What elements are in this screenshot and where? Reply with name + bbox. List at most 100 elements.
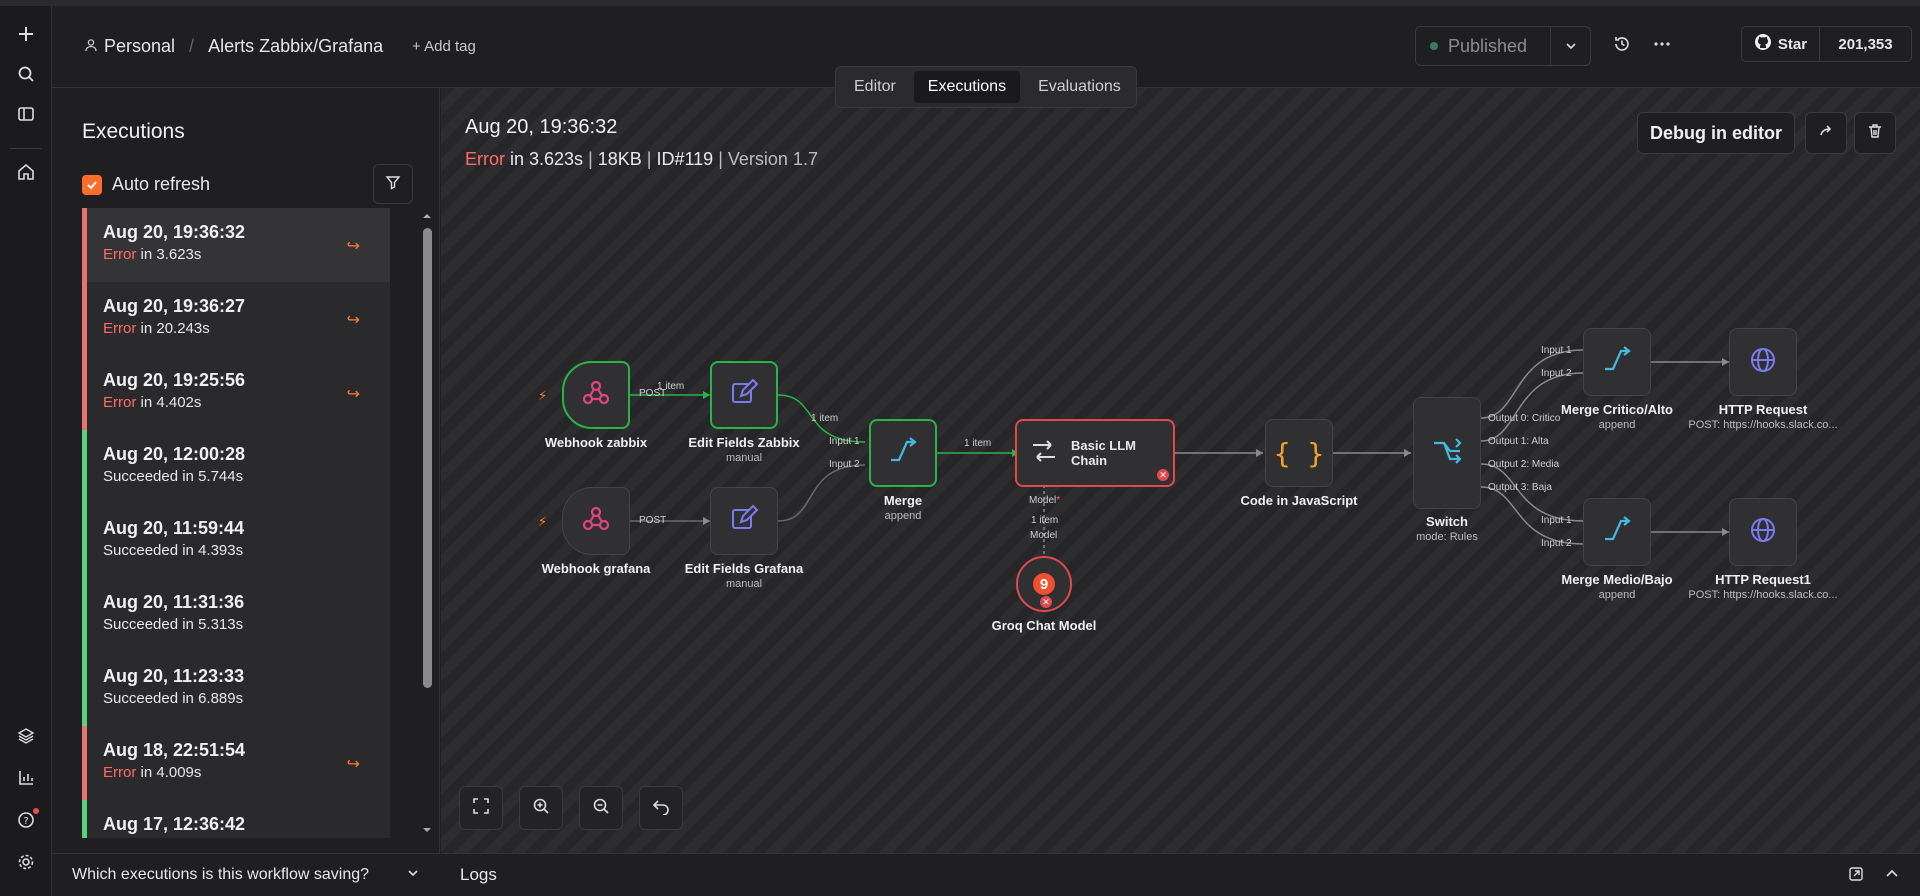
- settings-icon[interactable]: [12, 848, 40, 876]
- retry-icon[interactable]: ↪: [347, 310, 360, 330]
- zoom-in-button[interactable]: [519, 786, 563, 830]
- project-link[interactable]: Personal: [104, 36, 175, 57]
- pop-out-icon[interactable]: [1848, 866, 1864, 887]
- node-label: Switch: [1426, 514, 1468, 529]
- status-error: Error: [103, 320, 137, 337]
- undo-icon: [652, 797, 670, 820]
- reset-zoom-button[interactable]: [639, 786, 683, 830]
- node-edit-fields-grafana[interactable]: [710, 487, 778, 555]
- app-root: ? Personal / Alerts Zabbix/Grafana + Add…: [0, 0, 1920, 896]
- scrollbar-thumb[interactable]: [423, 228, 432, 688]
- retry-icon[interactable]: ↪: [347, 384, 360, 404]
- chain-icon: [1029, 436, 1059, 471]
- publish-status-label: Published: [1448, 35, 1528, 56]
- node-webhook-zabbix[interactable]: [562, 361, 630, 429]
- node-merge-critico-alto[interactable]: [1583, 328, 1651, 396]
- plus-icon[interactable]: [12, 20, 40, 48]
- node-edit-fields-zabbix[interactable]: [710, 361, 778, 429]
- insights-icon[interactable]: [12, 764, 40, 792]
- retry-icon[interactable]: ↪: [347, 754, 360, 774]
- node-merge[interactable]: [869, 419, 937, 487]
- add-tag-button[interactable]: + Add tag: [412, 38, 476, 55]
- github-icon: [1754, 33, 1772, 55]
- execution-item[interactable]: Aug 20, 19:36:27 Error in 20.243s ↪: [82, 282, 390, 356]
- sidebar-toggle-icon[interactable]: [12, 100, 40, 128]
- node-code-javascript[interactable]: { }: [1265, 419, 1333, 487]
- node-http-request[interactable]: [1729, 328, 1797, 396]
- auto-refresh-label: Auto refresh: [112, 174, 211, 194]
- node-merge-medio-bajo[interactable]: [1583, 498, 1651, 566]
- edge-label: 1 item: [657, 381, 685, 392]
- more-options-icon[interactable]: [1652, 34, 1672, 59]
- list-scrollbar[interactable]: [420, 208, 434, 838]
- node-basic-llm-chain[interactable]: Basic LLM Chain ✕: [1015, 419, 1175, 487]
- rail-divider: [10, 148, 42, 149]
- retry-icon[interactable]: ↪: [347, 236, 360, 256]
- merge-icon: [1602, 345, 1632, 380]
- globe-icon: [1748, 515, 1778, 550]
- switch-icon: [1431, 435, 1463, 472]
- scroll-down-icon[interactable]: [420, 826, 434, 836]
- auto-refresh-checkbox[interactable]: [82, 174, 102, 195]
- execution-item[interactable]: Aug 20, 19:25:56 Error in 4.402s ↪: [82, 356, 390, 430]
- zoom-out-button[interactable]: [579, 786, 623, 830]
- auto-refresh-toggle[interactable]: Auto refresh: [82, 174, 210, 195]
- fit-view-button[interactable]: [459, 786, 503, 830]
- published-button[interactable]: Published: [1416, 27, 1550, 65]
- execution-status: Succeeded in 4.393s: [103, 542, 244, 559]
- connections-layer: [630, 349, 1729, 556]
- history-icon[interactable]: [1612, 34, 1632, 59]
- node-label: Code in JavaScript: [1240, 493, 1358, 508]
- execution-item[interactable]: Aug 18, 22:51:54 Error in 4.009s ↪: [82, 726, 390, 800]
- groq-icon: 9: [1033, 573, 1055, 595]
- executions-list: Aug 20, 19:36:32 Error in 3.623s ↪ Aug 2…: [82, 208, 390, 838]
- saving-settings-toggle[interactable]: Which executions is this workflow saving…: [52, 853, 440, 896]
- edge-label: 1 item: [1031, 515, 1059, 526]
- node-webhook-grafana[interactable]: [562, 487, 630, 555]
- execution-item[interactable]: Aug 20, 11:31:36 Succeeded in 5.313s: [82, 578, 390, 652]
- node-label: Webhook grafana: [541, 561, 651, 576]
- chevron-down-icon[interactable]: [1550, 27, 1590, 65]
- help-icon[interactable]: ?: [12, 806, 40, 834]
- logs-title: Logs: [460, 865, 497, 884]
- node-label: HTTP Request: [1718, 402, 1808, 417]
- workflow-name[interactable]: Alerts Zabbix/Grafana: [208, 36, 383, 57]
- tab-evaluations[interactable]: Evaluations: [1024, 71, 1135, 103]
- node-subtitle: mode: Rules: [1416, 531, 1478, 543]
- publish-control: Published: [1415, 26, 1591, 66]
- edge-label: Model: [1030, 530, 1058, 541]
- tab-executions[interactable]: Executions: [913, 71, 1021, 103]
- model-input-label: Model*: [1029, 495, 1061, 506]
- error-badge-icon: ✕: [1040, 596, 1052, 608]
- node-label: Edit Fields Zabbix: [688, 435, 800, 450]
- execution-duration: in 4.009s: [136, 764, 202, 781]
- execution-item[interactable]: Aug 17, 12:36:42: [82, 800, 390, 838]
- status-error: Error: [103, 246, 137, 263]
- node-http-request1[interactable]: [1729, 498, 1797, 566]
- scroll-up-icon[interactable]: [420, 210, 434, 220]
- logs-bar[interactable]: Logs: [441, 853, 1920, 896]
- node-label: Basic LLM Chain: [1071, 438, 1137, 468]
- execution-item[interactable]: Aug 20, 12:00:28 Succeeded in 5.744s: [82, 430, 390, 504]
- execution-status: Succeeded in 6.889s: [103, 690, 244, 707]
- templates-icon[interactable]: [12, 722, 40, 750]
- execution-item[interactable]: Aug 20, 11:23:33 Succeeded in 6.889s: [82, 652, 390, 726]
- execution-item[interactable]: Aug 20, 19:36:32 Error in 3.623s ↪: [82, 208, 390, 282]
- chevron-up-icon[interactable]: [1884, 866, 1900, 887]
- node-subtitle: POST: https://hooks.slack.co...: [1688, 419, 1838, 431]
- edge-label: 1 item: [964, 438, 992, 449]
- filter-button[interactable]: [373, 164, 413, 204]
- zoom-in-icon: [532, 797, 550, 820]
- github-star-button[interactable]: Star 201,353: [1741, 26, 1912, 62]
- chevron-down-icon: [406, 866, 420, 885]
- workflow-canvas[interactable]: Aug 20, 19:36:32 Error in 3.623s | 18KB …: [441, 88, 1920, 853]
- input-label: Input 2: [1541, 538, 1572, 549]
- edge-label: POST: [639, 515, 667, 526]
- node-switch[interactable]: [1413, 397, 1481, 509]
- search-icon[interactable]: [12, 60, 40, 88]
- node-groq-chat-model[interactable]: 9 ✕: [1016, 556, 1072, 612]
- tab-editor[interactable]: Editor: [840, 71, 910, 103]
- home-icon[interactable]: [12, 158, 40, 186]
- execution-item[interactable]: Aug 20, 11:59:44 Succeeded in 4.393s: [82, 504, 390, 578]
- view-tabs: Editor Executions Evaluations: [835, 66, 1137, 108]
